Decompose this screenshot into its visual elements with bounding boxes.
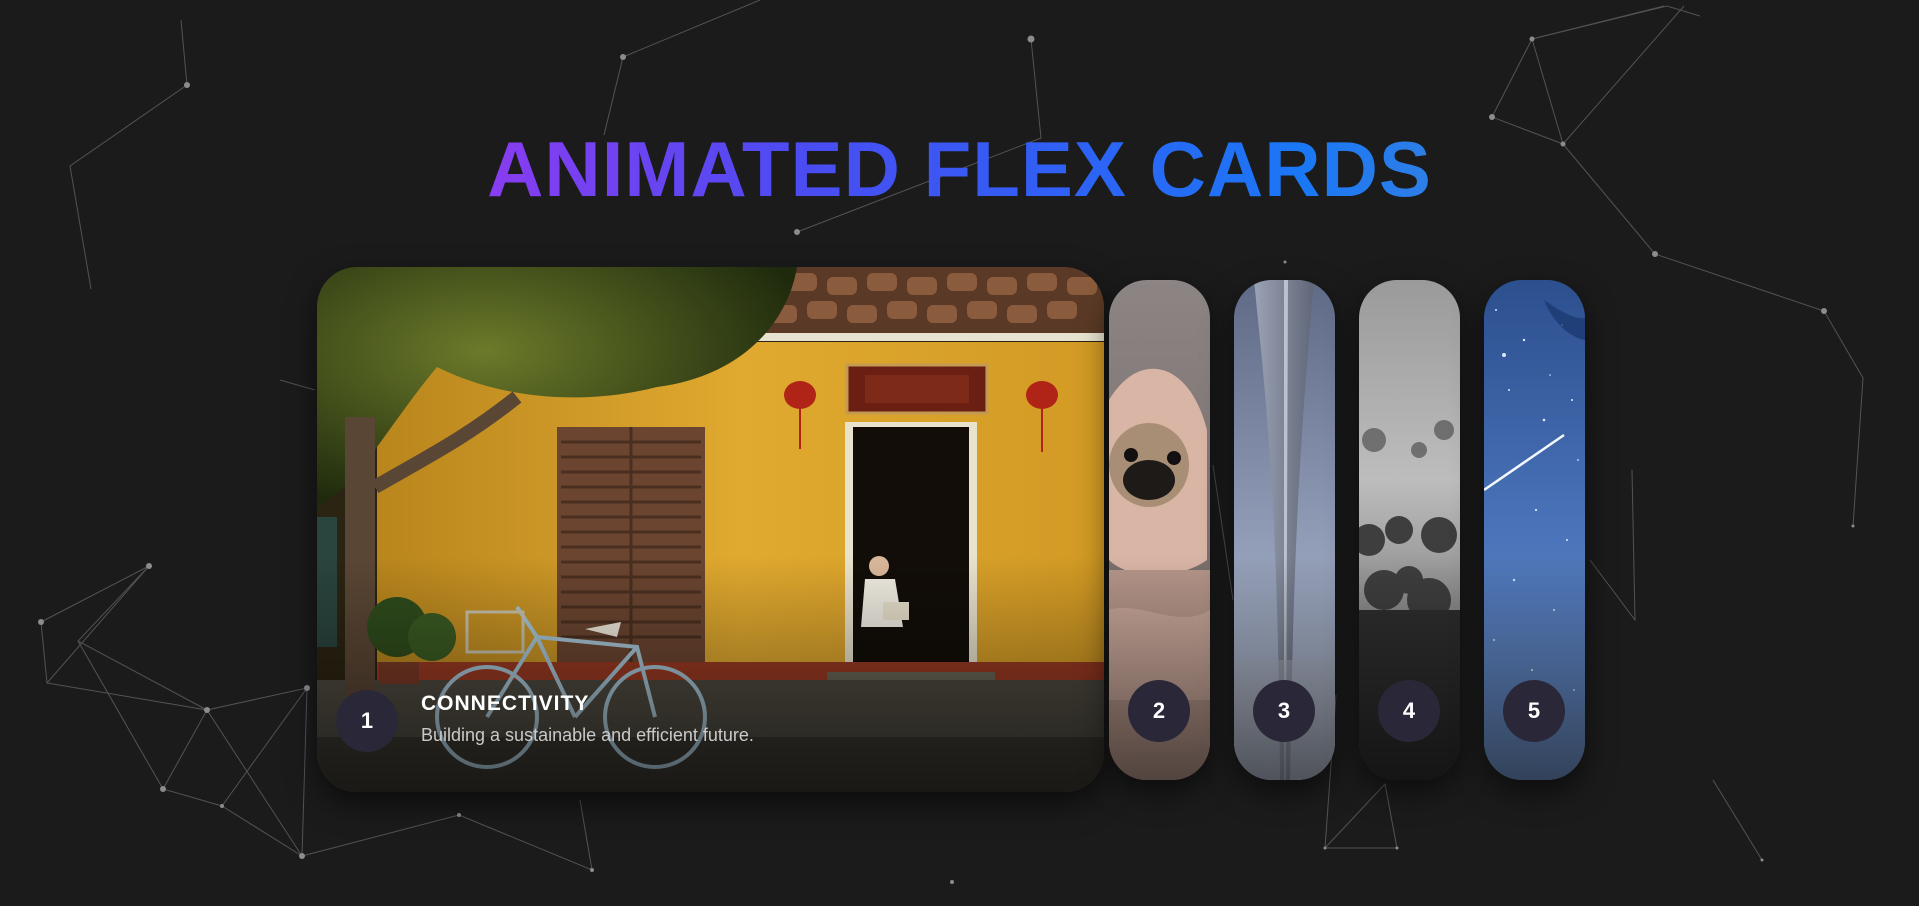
card-3-number-badge: 3: [1253, 680, 1315, 742]
card-1-shade: [317, 555, 1104, 792]
card-3-shade: [1234, 555, 1335, 780]
card-2-number-badge: 2: [1128, 680, 1190, 742]
card-4-shade: [1359, 555, 1460, 780]
card-5-shade: [1484, 555, 1585, 780]
flex-card-1[interactable]: 1 CONNECTIVITY Building a sustainable an…: [317, 267, 1104, 792]
card-4-number-badge: 4: [1378, 680, 1440, 742]
card-2-shade: [1109, 555, 1210, 780]
card-1-number-badge: 1: [336, 690, 398, 752]
card-1-subtitle: Building a sustainable and efficient fut…: [421, 725, 754, 745]
card-5-number-badge: 5: [1503, 680, 1565, 742]
page-title: ANIMATED FLEX CARDS: [0, 124, 1919, 214]
flex-card-3[interactable]: 3: [1234, 280, 1335, 780]
flex-card-2[interactable]: 2: [1109, 280, 1210, 780]
card-1-title: CONNECTIVITY: [421, 692, 590, 715]
flex-card-4[interactable]: 4: [1359, 280, 1460, 780]
flex-card-5[interactable]: 5: [1484, 280, 1585, 780]
